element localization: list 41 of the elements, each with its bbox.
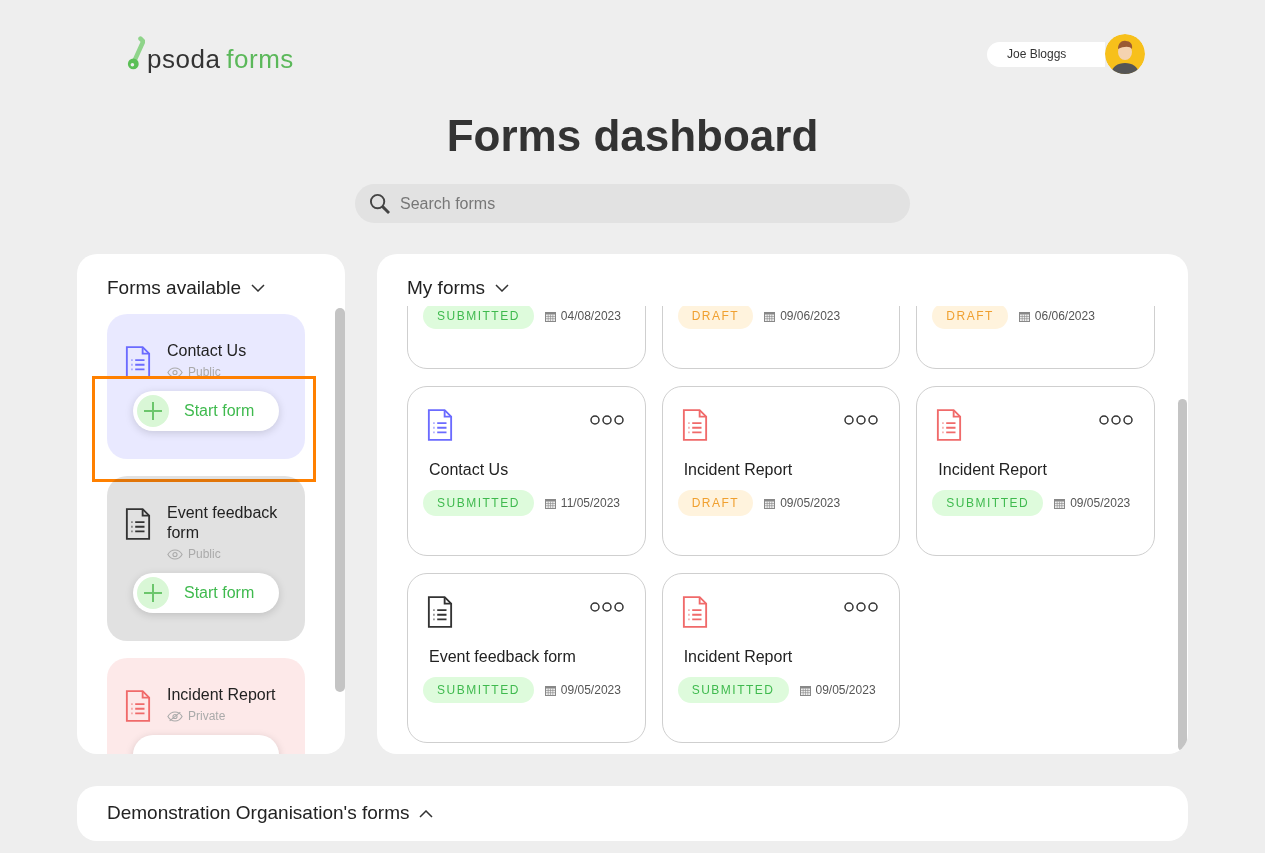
form-date: 06/06/2023 [1034,308,1095,325]
search-field[interactable]: Search forms [355,184,910,223]
panel-heading: Demonstration Organisation's forms [107,801,410,826]
form-name: Contact Us [167,341,247,361]
status-badge: SUBMITTED [677,677,789,703]
user-name-pill[interactable]: Joe Bloggs [987,41,1105,67]
status-badge: SUBMITTED [423,306,534,329]
form-title: Event feedback form [429,648,576,665]
form-date: 09/05/2023 [815,682,876,699]
form-date: 09/06/2023 [780,308,841,325]
form-date: 11/05/2023 [560,495,620,512]
panel-heading: My forms [407,275,486,300]
form-date: 04/08/2023 [560,308,621,325]
form-card[interactable]: Incident Report SUBMITTED 09/05/2023 [661,573,901,743]
form-card[interactable]: DRAFT 09/06/2023 [661,306,901,369]
status-badge: SUBMITTED [423,677,534,703]
status-badge: SUBMITTED [423,490,534,516]
form-date: 09/05/2023 [780,495,841,512]
form-date: 09/05/2023 [560,682,621,699]
form-title: Contact Us [429,461,509,478]
form-card[interactable]: DRAFT 06/06/2023 [916,306,1155,369]
page-title: Forms dashboard [445,110,820,162]
form-card[interactable]: Contact Us SUBMITTED 11/05/2023 [407,386,646,556]
panel-heading: Forms available [107,275,242,300]
form-name: Event feedback form [167,503,279,543]
form-title: Incident Report [938,461,1047,478]
form-name: Incident Report [167,685,276,705]
status-badge: SUBMITTED [932,490,1044,516]
form-card[interactable]: SUBMITTED 04/08/2023 [407,306,646,369]
form-date: 09/05/2023 [1070,495,1131,512]
status-badge: DRAFT [677,306,754,329]
logo[interactable]: psoda forms [127,36,294,72]
form-title: Incident Report [683,461,793,478]
form-card[interactable]: Incident Report SUBMITTED 09/05/2023 [916,386,1155,556]
form-card[interactable]: Incident Report DRAFT 09/05/2023 [661,386,901,556]
form-card[interactable]: Event feedback form SUBMITTED 09/05/2023 [407,573,646,743]
visibility-label: Public [188,364,221,381]
form-title: Incident Report [683,648,793,665]
status-badge: DRAFT [677,490,754,516]
visibility-label: Private [188,708,226,725]
status-badge: DRAFT [932,306,1008,329]
